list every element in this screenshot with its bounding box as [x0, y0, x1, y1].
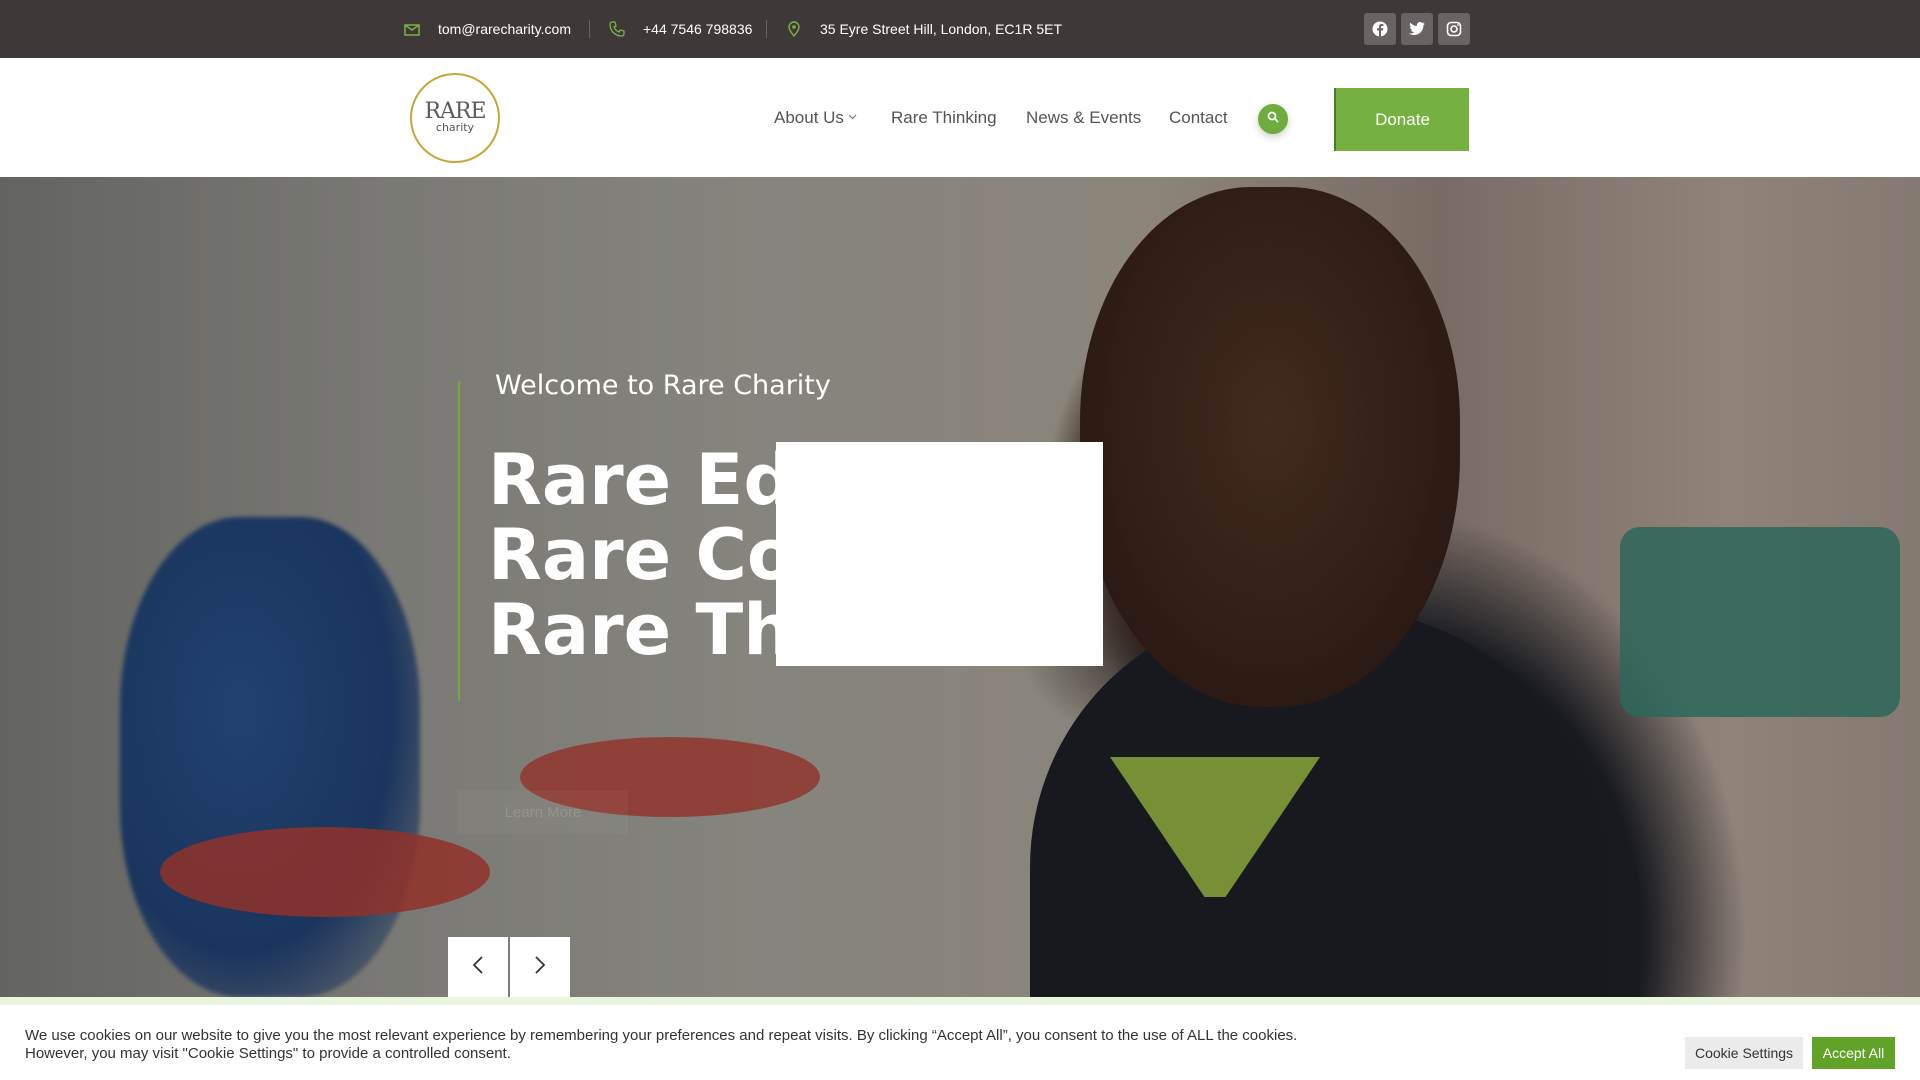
phone-contact[interactable]: +44 7546 798836	[609, 0, 752, 58]
hero-overlay-box	[776, 442, 1103, 666]
donate-button[interactable]: Donate	[1334, 88, 1469, 151]
phone-icon	[609, 21, 625, 37]
cookie-settings-button[interactable]: Cookie Settings	[1685, 1037, 1803, 1069]
nav-contact[interactable]: Contact	[1169, 58, 1228, 177]
learn-more-button[interactable]: Learn More	[458, 790, 628, 834]
logo-subtitle: charity	[435, 121, 475, 134]
hero-welcome-text: Welcome to Rare Charity	[495, 370, 831, 401]
cookie-message-line: However, you may visit "Cookie Settings"…	[25, 1045, 511, 1062]
nav-label: About Us	[774, 107, 844, 127]
envelope-icon	[404, 21, 420, 37]
email-contact[interactable]: tom@rarecharity.com	[404, 0, 571, 58]
cookie-consent-bar: We use cookies on our website to give yo…	[0, 997, 1920, 1080]
hero-accent-line	[458, 381, 460, 701]
map-pin-icon	[786, 21, 802, 37]
slider-prev-button[interactable]	[448, 937, 508, 997]
search-icon	[1267, 110, 1279, 128]
chevron-down-icon	[848, 112, 857, 123]
logo-wordmark: RARE	[424, 99, 486, 124]
nav-news-events[interactable]: News & Events	[1026, 58, 1141, 177]
rare-charity-logo[interactable]: RARE charity	[410, 73, 500, 163]
nav-label: Rare Thinking	[891, 107, 997, 127]
chevron-left-icon	[472, 955, 484, 980]
accept-all-button[interactable]: Accept All	[1812, 1037, 1895, 1069]
nav-rare-thinking[interactable]: Rare Thinking	[891, 58, 997, 177]
cookie-message-line: We use cookies on our website to give yo…	[25, 1027, 1298, 1044]
nav-label: Contact	[1169, 107, 1228, 127]
divider	[766, 20, 767, 38]
address-contact: 35 Eyre Street Hill, London, EC1R 5ET	[786, 0, 1062, 58]
chevron-right-icon	[534, 955, 546, 980]
instagram-icon[interactable]	[1438, 13, 1470, 45]
phone-text: +44 7546 798836	[643, 21, 753, 37]
twitter-icon[interactable]	[1401, 13, 1433, 45]
address-text: 35 Eyre Street Hill, London, EC1R 5ET	[820, 21, 1063, 37]
top-info-bar: tom@rarecharity.com +44 7546 798836 35 E…	[0, 0, 1920, 58]
email-text: tom@rarecharity.com	[438, 21, 571, 37]
divider	[589, 20, 590, 38]
cookie-message: We use cookies on our website to give yo…	[25, 1027, 1405, 1063]
nav-about-us[interactable]: About Us	[774, 58, 857, 177]
slider-next-button[interactable]	[510, 937, 570, 997]
site-header: RARE charity About Us Rare Thinking News…	[0, 58, 1920, 177]
nav-label: News & Events	[1026, 107, 1142, 127]
search-button[interactable]	[1258, 104, 1288, 134]
facebook-icon[interactable]	[1364, 13, 1396, 45]
